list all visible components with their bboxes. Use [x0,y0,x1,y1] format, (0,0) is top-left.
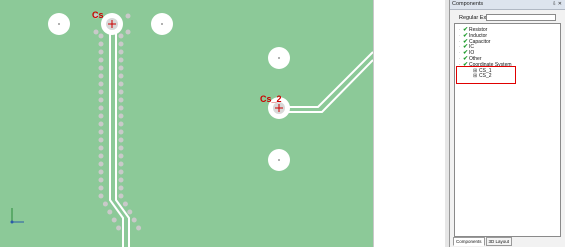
via [125,29,131,35]
via [118,153,124,159]
via [98,113,104,119]
via [98,105,104,111]
axis-indicator [10,208,24,224]
via [118,33,124,39]
panel-title: Components [450,0,565,10]
via [118,57,124,63]
via [93,29,99,35]
via [118,145,124,151]
trace [279,51,373,108]
via [118,97,124,103]
via [118,41,124,47]
trace [279,59,373,113]
via [118,161,124,167]
via [98,185,104,191]
via [98,121,104,127]
via [136,225,142,231]
panel-tabs: Components 3D Layout [453,237,513,246]
via [127,209,133,215]
highlight-box [456,66,516,84]
via [118,169,124,175]
empty-view-area[interactable] [373,0,446,247]
tab-3d-layout[interactable]: 3D Layout [485,237,513,246]
pcb-canvas[interactable]: Cs Cs_2 [0,0,373,247]
via [98,33,104,39]
via [118,65,124,71]
via [98,65,104,71]
via [118,177,124,183]
via [98,89,104,95]
regex-input[interactable] [486,14,556,21]
via [118,137,124,143]
via [107,209,113,215]
via [118,89,124,95]
component-tree[interactable]: · ✔Resistor · ✔Inductor · ✔Capacitor · ✔IC · ✔IO ·… [454,23,561,237]
via [118,81,124,87]
via [98,57,104,63]
via [98,153,104,159]
via [111,217,117,223]
cs1-label: Cs [92,10,104,20]
via [118,73,124,79]
via [98,193,104,199]
via [118,113,124,119]
via [98,145,104,151]
pcb-drawing [10,13,373,247]
via [102,201,108,207]
via [118,193,124,199]
components-panel: Components ⇩ ✕ Regular Expr: · ✔Resistor ·… [449,0,565,247]
via [118,105,124,111]
via [118,185,124,191]
via [98,169,104,175]
via [125,13,131,19]
via [98,49,104,55]
via [98,73,104,79]
via [98,137,104,143]
via [98,161,104,167]
via [131,217,137,223]
panel-title-buttons[interactable]: ⇩ ✕ [552,0,562,9]
via [122,201,128,207]
via [116,225,122,231]
via [98,41,104,47]
via [118,49,124,55]
via [98,129,104,135]
via [98,177,104,183]
via [98,81,104,87]
via-column [93,13,142,231]
via [98,97,104,103]
via [118,129,124,135]
via [118,121,124,127]
tab-components[interactable]: Components [453,237,485,246]
cs2-label: Cs_2 [260,94,282,104]
